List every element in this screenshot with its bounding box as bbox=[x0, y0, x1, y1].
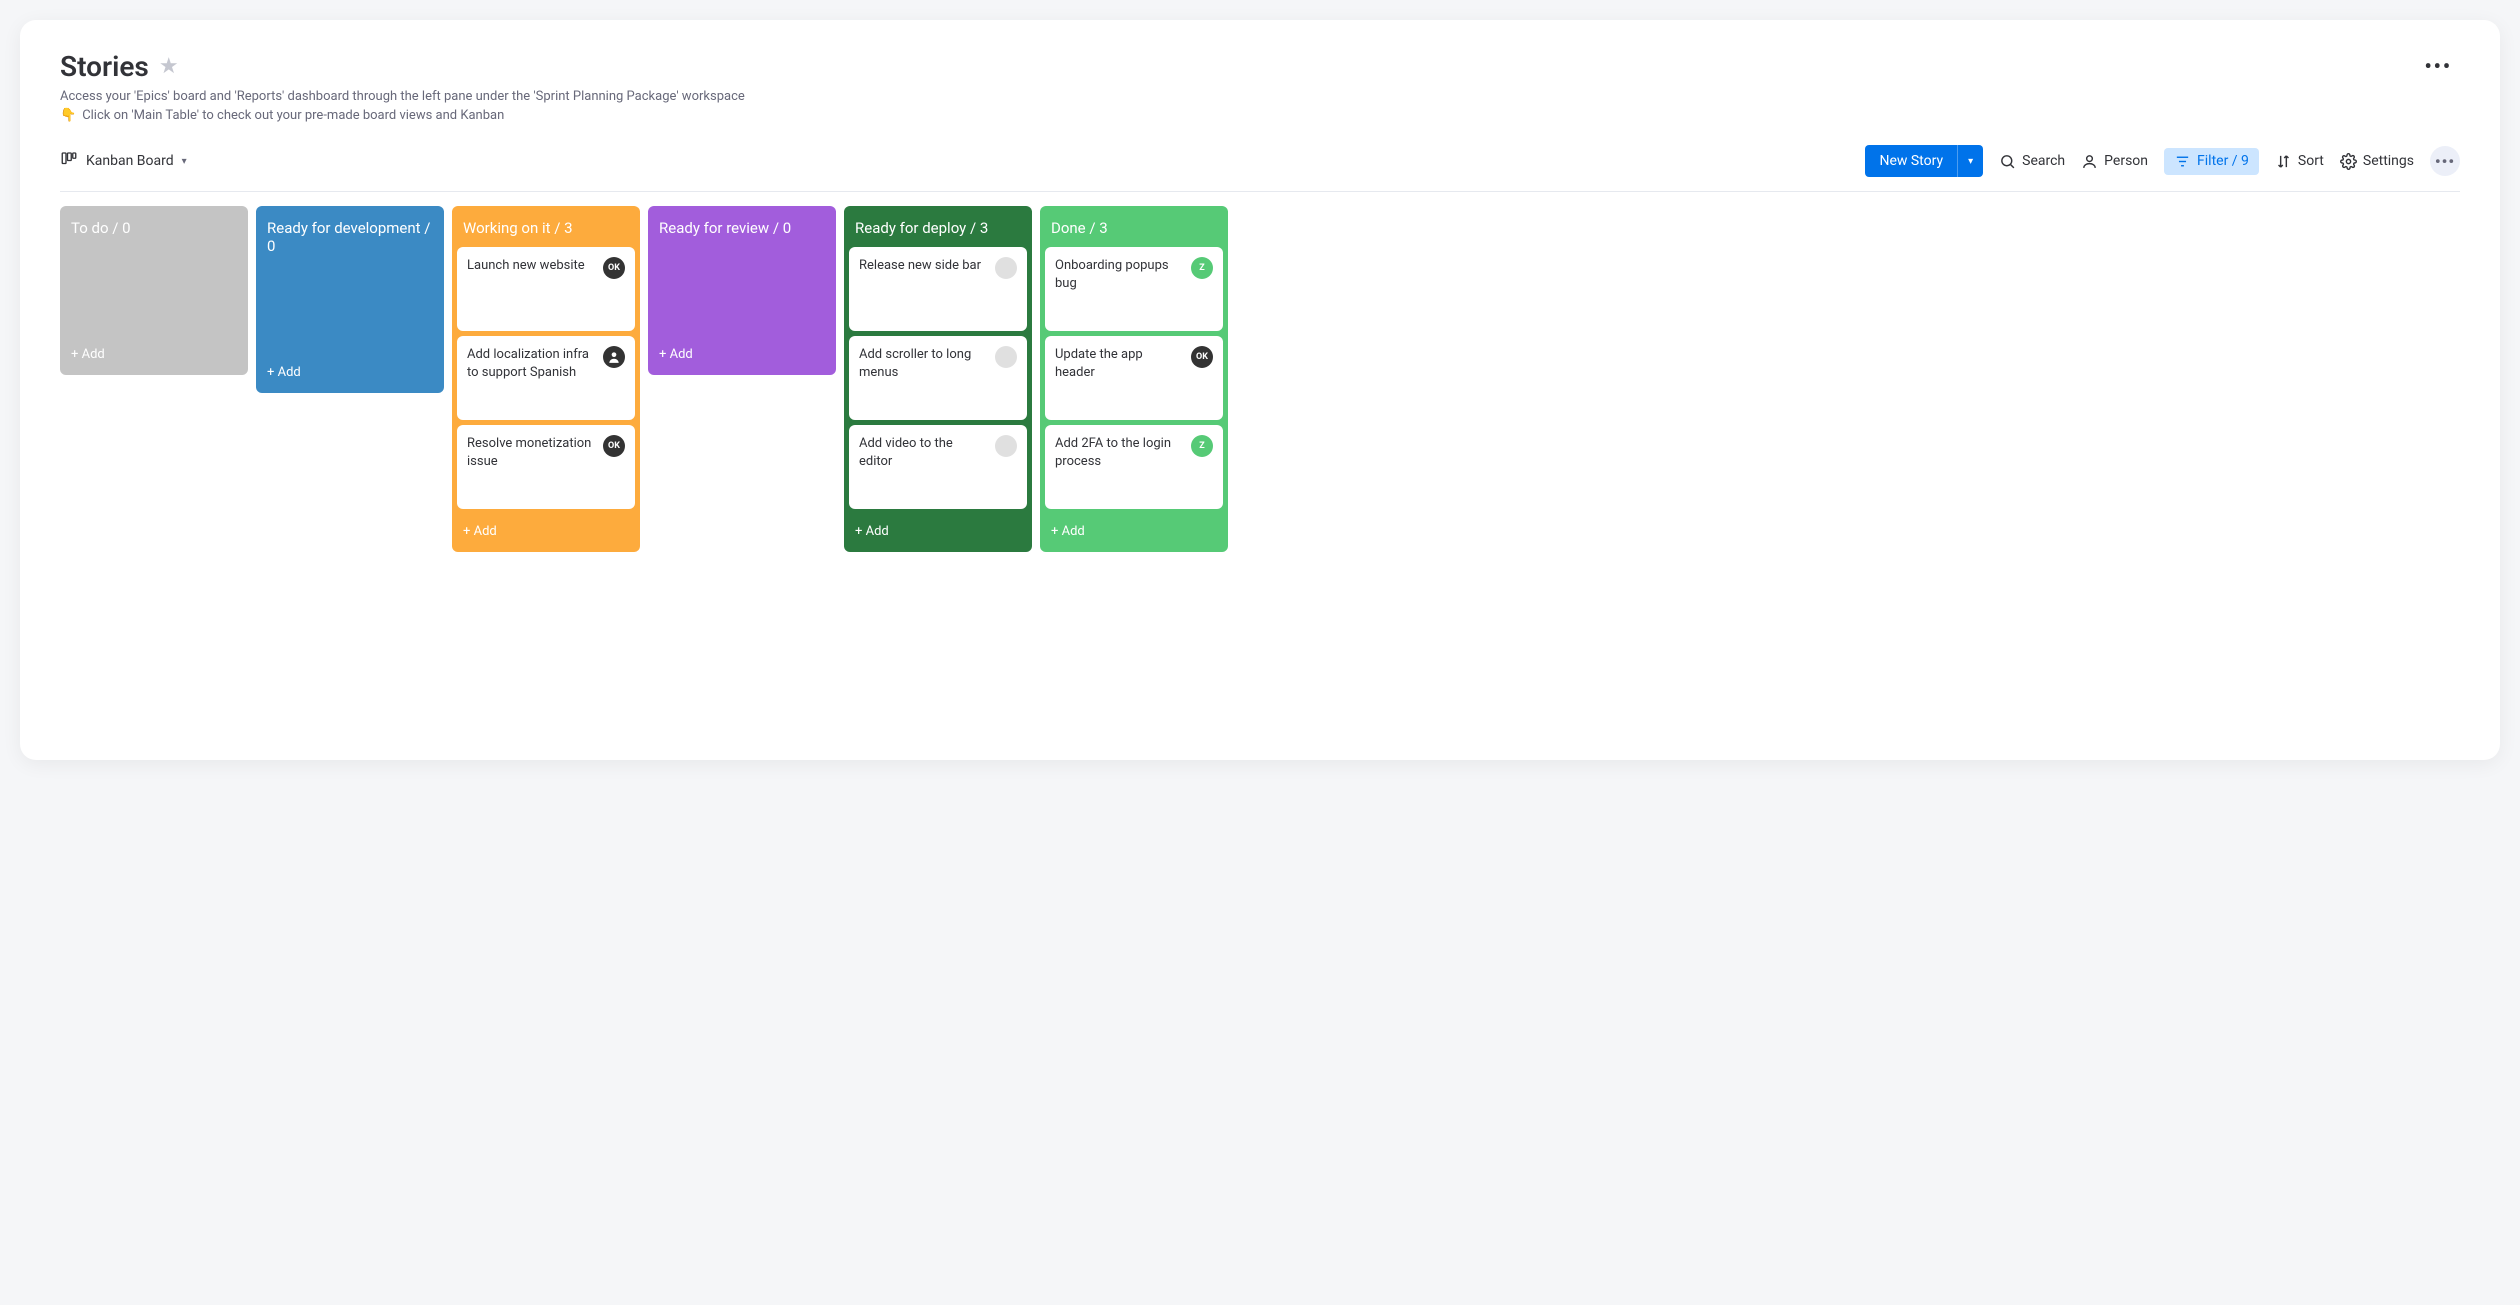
card-title: Launch new website bbox=[467, 257, 597, 275]
card-title: Onboarding popups bug bbox=[1055, 257, 1185, 292]
filter-icon bbox=[2174, 153, 2191, 170]
empty-column-spacer bbox=[261, 265, 439, 355]
hint-text: Click on 'Main Table' to check out your … bbox=[82, 108, 504, 123]
settings-button[interactable]: Settings bbox=[2340, 153, 2414, 170]
assignee-avatar[interactable]: Z bbox=[1191, 435, 1213, 457]
column-header: Ready for review / 0 bbox=[653, 211, 831, 247]
new-story-button[interactable]: New Story ▾ bbox=[1865, 145, 1983, 177]
kanban-card[interactable]: Onboarding popups bug Z bbox=[1045, 247, 1223, 331]
kanban-board: To do / 0 + Add Ready for development / 0 +… bbox=[60, 206, 2460, 552]
card-title: Add 2FA to the login process bbox=[1055, 435, 1185, 470]
add-card-button[interactable]: + Add bbox=[653, 337, 831, 370]
page-title: Stories bbox=[60, 50, 149, 83]
sort-label: Sort bbox=[2298, 153, 2324, 169]
search-icon bbox=[1999, 153, 2016, 170]
assignee-avatar[interactable]: Z bbox=[1191, 257, 1213, 279]
kanban-card[interactable]: Add video to the editor bbox=[849, 425, 1027, 509]
card-title: Update the app header bbox=[1055, 346, 1185, 381]
add-card-button[interactable]: + Add bbox=[1045, 514, 1223, 547]
board-more-options-icon[interactable]: ••• bbox=[2430, 146, 2460, 176]
card-title: Add localization infra to support Spanis… bbox=[467, 346, 597, 381]
new-story-dropdown-icon[interactable]: ▾ bbox=[1957, 145, 1983, 177]
assignee-avatar[interactable] bbox=[995, 346, 1017, 368]
view-selector[interactable]: Kanban Board ▾ bbox=[60, 150, 187, 172]
hint-row: 👇 Click on 'Main Table' to check out you… bbox=[60, 108, 745, 123]
column-header: Working on it / 3 bbox=[457, 211, 635, 247]
kanban-column: Ready for development / 0 + Add bbox=[256, 206, 444, 393]
chevron-down-icon: ▾ bbox=[182, 156, 187, 167]
filter-button[interactable]: Filter / 9 bbox=[2164, 148, 2259, 175]
kanban-column: Ready for deploy / 3 Release new side bar… bbox=[844, 206, 1032, 552]
column-header: To do / 0 bbox=[65, 211, 243, 247]
kanban-card[interactable]: Add 2FA to the login process Z bbox=[1045, 425, 1223, 509]
empty-column-spacer bbox=[653, 247, 831, 337]
user-icon bbox=[607, 350, 621, 364]
card-title: Add scroller to long menus bbox=[859, 346, 989, 381]
filter-label: Filter / 9 bbox=[2197, 153, 2249, 169]
add-card-button[interactable]: + Add bbox=[261, 355, 439, 388]
page-header: Stories ★ Access your 'Epics' board and … bbox=[60, 50, 2460, 123]
search-button[interactable]: Search bbox=[1999, 153, 2065, 170]
kanban-board-icon bbox=[60, 150, 78, 172]
kanban-card[interactable]: Release new side bar bbox=[849, 247, 1027, 331]
assignee-avatar[interactable] bbox=[995, 257, 1017, 279]
add-card-button[interactable]: + Add bbox=[849, 514, 1027, 547]
toolbar: Kanban Board ▾ New Story ▾ Search Person bbox=[60, 145, 2460, 192]
sort-button[interactable]: Sort bbox=[2275, 153, 2324, 170]
add-card-button[interactable]: + Add bbox=[457, 514, 635, 547]
add-card-button[interactable]: + Add bbox=[65, 337, 243, 370]
column-header: Ready for deploy / 3 bbox=[849, 211, 1027, 247]
kanban-column: To do / 0 + Add bbox=[60, 206, 248, 375]
settings-label: Settings bbox=[2363, 153, 2414, 169]
kanban-card[interactable]: Add localization infra to support Spanis… bbox=[457, 336, 635, 420]
kanban-card[interactable]: Resolve monetization issue OK bbox=[457, 425, 635, 509]
toolbar-right: New Story ▾ Search Person Filter / 9 bbox=[1865, 145, 2460, 177]
search-label: Search bbox=[2022, 153, 2065, 169]
card-title: Release new side bar bbox=[859, 257, 989, 275]
point-down-emoji-icon: 👇 bbox=[60, 108, 76, 123]
kanban-card[interactable]: Add scroller to long menus bbox=[849, 336, 1027, 420]
more-options-icon[interactable]: ••• bbox=[2416, 50, 2460, 82]
assignee-avatar[interactable] bbox=[995, 435, 1017, 457]
column-header: Done / 3 bbox=[1045, 211, 1223, 247]
page-subtitle: Access your 'Epics' board and 'Reports' … bbox=[60, 89, 745, 104]
assignee-avatar[interactable] bbox=[603, 346, 625, 368]
kanban-column: Done / 3 Onboarding popups bug Z Update the… bbox=[1040, 206, 1228, 552]
person-filter-button[interactable]: Person bbox=[2081, 153, 2148, 170]
gear-icon bbox=[2340, 153, 2357, 170]
assignee-avatar[interactable]: OK bbox=[603, 257, 625, 279]
new-story-label: New Story bbox=[1865, 145, 1957, 177]
favorite-star-icon[interactable]: ★ bbox=[159, 54, 179, 79]
card-title: Resolve monetization issue bbox=[467, 435, 597, 470]
app-container: Stories ★ Access your 'Epics' board and … bbox=[20, 20, 2500, 760]
kanban-card[interactable]: Update the app header OK bbox=[1045, 336, 1223, 420]
card-title: Add video to the editor bbox=[859, 435, 989, 470]
kanban-card[interactable]: Launch new website OK bbox=[457, 247, 635, 331]
person-icon bbox=[2081, 153, 2098, 170]
assignee-avatar[interactable]: OK bbox=[1191, 346, 1213, 368]
column-header: Ready for development / 0 bbox=[261, 211, 439, 265]
assignee-avatar[interactable]: OK bbox=[603, 435, 625, 457]
title-row: Stories ★ bbox=[60, 50, 745, 83]
person-label: Person bbox=[2104, 153, 2148, 169]
view-selector-label: Kanban Board bbox=[86, 153, 174, 169]
kanban-column: Working on it / 3 Launch new website OK Add… bbox=[452, 206, 640, 552]
empty-column-spacer bbox=[65, 247, 243, 337]
kanban-column: Ready for review / 0 + Add bbox=[648, 206, 836, 375]
sort-icon bbox=[2275, 153, 2292, 170]
